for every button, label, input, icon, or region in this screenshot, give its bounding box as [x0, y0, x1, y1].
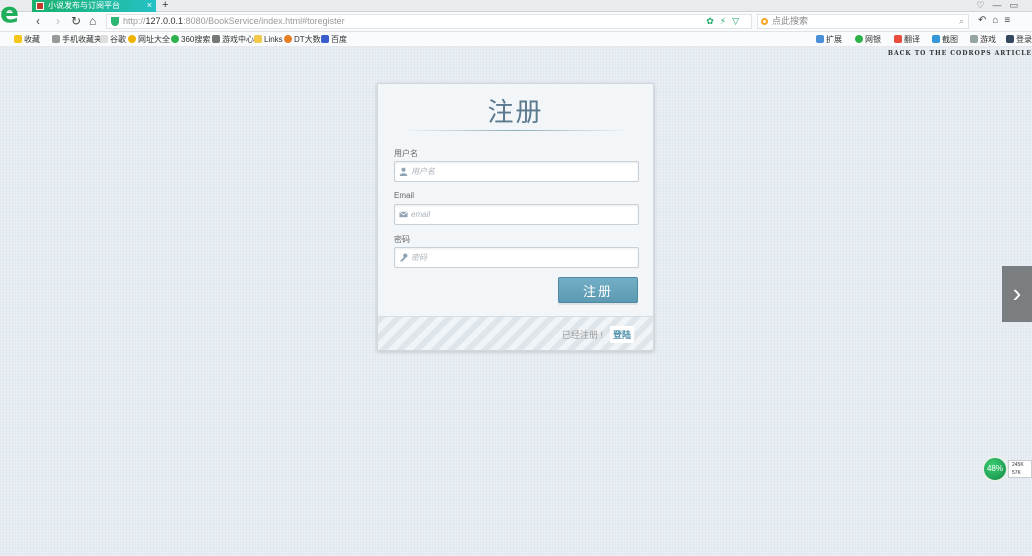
username-field-wrapper: [394, 161, 639, 182]
browser-titlebar: 小说发布与订阅平台 × + ♡—▭: [0, 0, 1032, 12]
register-submit-button[interactable]: 注册: [558, 277, 638, 303]
bookmark-item[interactable]: 截图: [932, 32, 958, 47]
login-link[interactable]: 登陆: [609, 326, 634, 343]
url-input[interactable]: http://127.0.0.1:8080/BookService/index.…: [106, 14, 752, 29]
bookmark-item[interactable]: Links: [254, 32, 283, 47]
password-field-wrapper: [394, 247, 639, 268]
url-host: 127.0.0.1: [145, 16, 184, 26]
url-prefix: http://: [123, 16, 146, 26]
bookmark-item[interactable]: 百度: [321, 32, 347, 47]
username-label: 用户名: [394, 149, 418, 158]
password-label: 密码: [394, 235, 410, 244]
bookmark-item[interactable]: 网址大全: [128, 32, 170, 47]
bookmark-item[interactable]: 登录: [1006, 32, 1032, 47]
email-label: Email: [394, 191, 415, 200]
toolbar-icons[interactable]: ↶⌂≡: [978, 15, 1016, 26]
envelope-icon: [399, 211, 408, 218]
bookmark-item[interactable]: 360搜索: [171, 32, 210, 47]
bookmark-item[interactable]: 扩展: [816, 32, 842, 47]
bookmark-item[interactable]: 翻译: [894, 32, 920, 47]
back-to-article-link[interactable]: BACK TO THE CODROPS ARTICLE: [888, 50, 1032, 57]
email-input[interactable]: [411, 207, 633, 222]
bookmarks-bar: 收藏 手机收藏夹 谷歌 网址大全 360搜索 游戏中心 Links DT大数 百…: [0, 32, 1032, 47]
reload-icon[interactable]: ↻: [71, 14, 81, 28]
username-input[interactable]: [411, 164, 633, 179]
bookmark-item[interactable]: DT大数: [284, 32, 321, 47]
bookmark-item[interactable]: 游戏中心: [212, 32, 254, 47]
url-action-icons[interactable]: ✿⚡▽: [706, 15, 745, 28]
bookmark-item[interactable]: 手机收藏夹: [52, 32, 102, 47]
form-title: 注册: [487, 98, 544, 128]
home-icon[interactable]: ⌂: [89, 14, 96, 28]
email-field-wrapper: [394, 204, 639, 225]
browser-logo-icon: e: [0, 0, 19, 29]
password-input[interactable]: [411, 250, 633, 265]
tab-favicon-icon: [36, 2, 44, 10]
bookmark-item[interactable]: 收藏: [14, 32, 40, 47]
form-footer: 已经注册 ! 登陆: [378, 316, 653, 350]
search-input[interactable]: 点此搜索 ⌕: [757, 14, 969, 29]
bookmark-item[interactable]: 游戏: [970, 32, 996, 47]
bookmark-item[interactable]: 谷歌: [100, 32, 126, 47]
back-icon[interactable]: ‹: [36, 14, 40, 28]
network-speed-widget[interactable]: 48% 245K 57K: [982, 456, 1032, 482]
bookmark-item[interactable]: 网银: [855, 32, 881, 47]
register-form: 注册 用户名 Email 密码 注册: [377, 83, 654, 351]
new-tab-button[interactable]: +: [162, 0, 168, 11]
browser-tab[interactable]: 小说发布与订阅平台 ×: [32, 0, 156, 12]
already-registered-text: 已经注册 !: [561, 330, 603, 340]
search-placeholder: 点此搜索: [772, 16, 809, 26]
next-slide-arrow-icon[interactable]: ›: [1002, 266, 1032, 322]
speed-stats: 245K 57K: [1008, 460, 1032, 478]
tab-title: 小说发布与订阅平台: [48, 1, 120, 10]
upload-speed: 245K: [1012, 462, 1024, 468]
speed-ball: 48%: [982, 456, 1008, 482]
security-shield-icon: [111, 17, 119, 26]
window-controls[interactable]: ♡—▭: [976, 0, 1026, 11]
forward-icon[interactable]: ›: [56, 14, 60, 28]
title-divider: [402, 130, 630, 131]
tab-close-icon[interactable]: ×: [147, 0, 152, 11]
search-icon[interactable]: ⌕: [959, 15, 964, 28]
key-icon: [399, 253, 408, 262]
url-path: :8080/BookService/index.html#toregister: [183, 16, 345, 26]
page-background: BACK TO THE CODROPS ARTICLE 注册 用户名 Email…: [0, 47, 1032, 556]
user-icon: [399, 167, 408, 176]
search-engine-icon: [761, 18, 768, 25]
address-bar: ‹ › ↻ ⌂ http://127.0.0.1:8080/BookServic…: [0, 12, 1032, 32]
download-speed: 57K: [1012, 470, 1021, 476]
